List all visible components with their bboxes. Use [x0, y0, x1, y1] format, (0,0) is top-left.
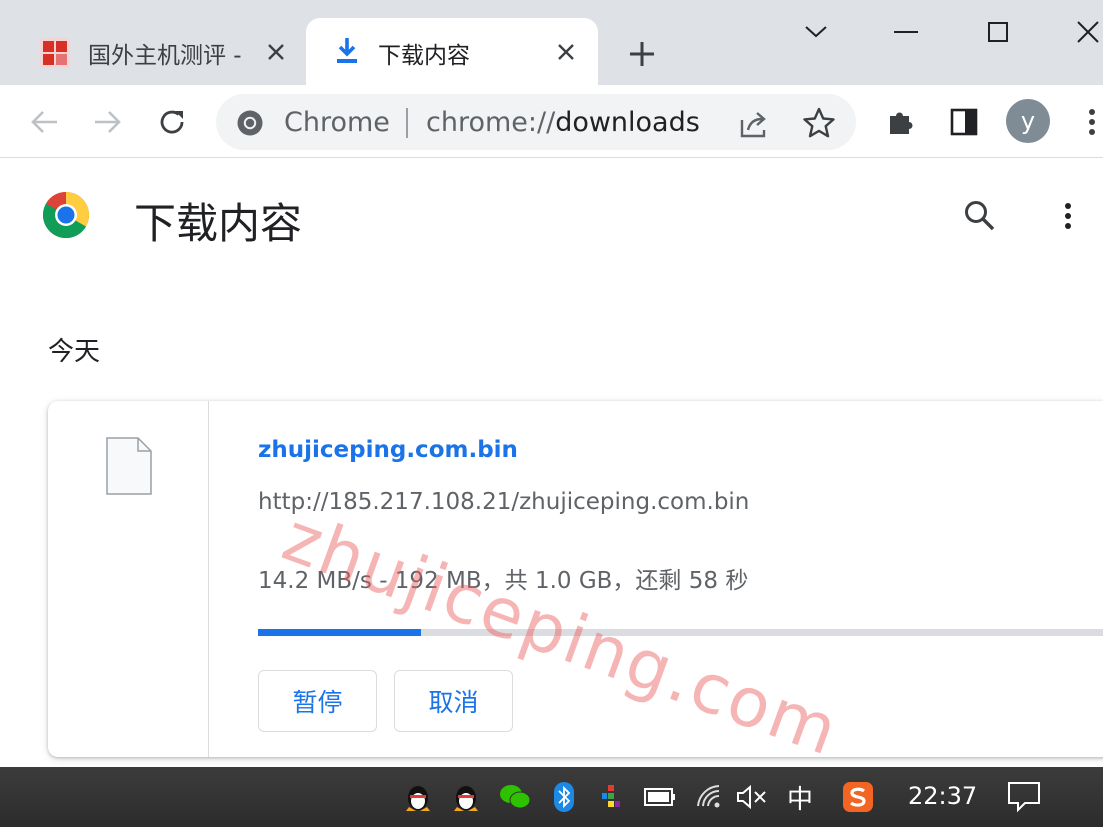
page-title: 下载内容: [134, 199, 303, 248]
file-url-link[interactable]: http://185.217.108.21/zhujiceping.com.bi…: [258, 489, 749, 515]
new-tab-icon[interactable]: [624, 36, 660, 72]
window-close-icon[interactable]: [1070, 14, 1103, 50]
clock[interactable]: 22:37: [908, 782, 977, 810]
cancel-button[interactable]: 取消: [394, 670, 513, 732]
date-group-label: 今天: [48, 337, 101, 367]
file-icon: [106, 437, 152, 495]
bluetooth-icon[interactable]: [546, 779, 582, 815]
chrome-menu-icon[interactable]: [1072, 102, 1103, 142]
wechat-icon[interactable]: [497, 779, 533, 815]
url-scheme: chrome://: [426, 107, 556, 138]
back-arrow-icon[interactable]: [24, 102, 64, 142]
side-panel-icon[interactable]: [944, 102, 984, 142]
extensions-icon[interactable]: [880, 102, 920, 142]
more-options-icon[interactable]: [1052, 196, 1084, 236]
download-item-card: zhujiceping.com.bin http://185.217.108.2…: [48, 401, 1103, 757]
maximize-icon[interactable]: [980, 14, 1016, 50]
taskbar: 中 22:37: [0, 767, 1103, 827]
url-text[interactable]: chrome://downloads: [426, 107, 700, 138]
downloads-page: 下载内容 今天 zhujiceping.com.bin http://185.2…: [0, 158, 1103, 767]
ime-indicator[interactable]: 中: [782, 779, 818, 815]
color-app-icon[interactable]: [594, 779, 630, 815]
share-icon[interactable]: [738, 108, 770, 140]
qq-icon[interactable]: [400, 779, 436, 815]
forward-arrow-icon[interactable]: [88, 102, 128, 142]
qq-icon[interactable]: [448, 779, 484, 815]
chrome-logo-icon: [42, 191, 90, 239]
wifi-icon[interactable]: [692, 779, 728, 815]
close-icon[interactable]: [262, 38, 290, 66]
card-divider: [208, 401, 209, 757]
battery-icon[interactable]: [642, 779, 678, 815]
volume-muted-icon[interactable]: [734, 779, 770, 815]
toolbar: Chrome chrome://downloads y: [0, 85, 1103, 158]
tab-title: 国外主机测评 -: [88, 43, 242, 69]
avatar[interactable]: y: [1006, 99, 1050, 143]
minimize-icon[interactable]: [888, 14, 924, 50]
reload-icon[interactable]: [152, 102, 192, 142]
tab-downloads[interactable]: 下载内容: [306, 18, 598, 85]
tab-search-chevron-icon[interactable]: [798, 14, 834, 50]
sogou-icon[interactable]: [840, 779, 876, 815]
search-icon[interactable]: [960, 196, 1000, 236]
chrome-icon: [237, 110, 263, 136]
omnibox[interactable]: Chrome chrome://downloads: [216, 94, 856, 150]
tab-title: 下载内容: [378, 43, 470, 69]
url-host: downloads: [555, 107, 700, 138]
tab-site[interactable]: 国外主机测评 -: [20, 18, 298, 85]
download-icon: [337, 38, 357, 63]
progress-fill: [258, 629, 422, 636]
progress-bar: [258, 629, 1103, 636]
file-name-link[interactable]: zhujiceping.com.bin: [258, 437, 518, 463]
omnibox-separator: [406, 108, 408, 138]
tab-strip: 国外主机测评 - 下载内容: [0, 0, 1103, 85]
omnibox-chip-label: Chrome: [284, 107, 390, 138]
close-icon[interactable]: [552, 38, 580, 66]
star-icon[interactable]: [802, 106, 836, 140]
pause-button[interactable]: 暂停: [258, 670, 377, 732]
download-status: 14.2 MB/s - 192 MB，共 1.0 GB，还剩 58 秒: [258, 568, 749, 594]
site-favicon: [40, 38, 70, 68]
notification-icon[interactable]: [1006, 779, 1042, 815]
